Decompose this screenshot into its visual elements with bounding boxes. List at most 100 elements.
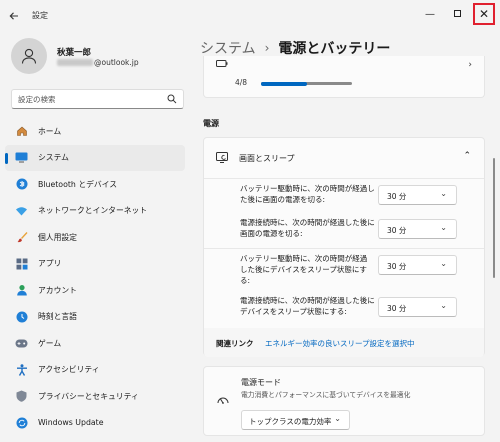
screen-off-battery-dropdown[interactable]: 30 分 ⌄ [378, 185, 457, 205]
breadcrumb: システム › 電源とバッテリー [200, 38, 390, 58]
title-bar: 設定 — ✕ [0, 0, 500, 30]
update-icon [15, 416, 28, 429]
search-input[interactable] [18, 93, 158, 105]
divider [204, 248, 484, 249]
minimize-icon: — [425, 8, 435, 20]
sidebar-item-system[interactable]: システム [5, 144, 185, 171]
sidebar-item-apps[interactable]: アプリ [5, 251, 185, 277]
back-arrow-icon [9, 12, 18, 20]
related-links-label: 関連リンク [216, 339, 254, 348]
user-email-suffix: @outlook.jp [94, 58, 139, 67]
sidebar-item-label: アクセシビリティ [38, 365, 100, 374]
dropdown-value: 30 分 [387, 192, 407, 201]
close-icon: ✕ [478, 7, 490, 21]
setting-row: バッテリー駆動時に、次の時間が経過した後に画面の電源を切る: 30 分 ⌄ [204, 180, 484, 214]
setting-label: 電源接続時に、次の時間が経過した後に画面の電源を切る: [240, 218, 375, 238]
maximize-icon [453, 9, 461, 17]
screen-off-plugged-dropdown[interactable]: 30 分 ⌄ [378, 219, 457, 239]
close-button[interactable]: ✕ [473, 3, 495, 25]
user-email: @outlook.jp [57, 58, 139, 67]
power-mode-description: 電力消費とパフォーマンスに基づいてデバイスを最適化 [241, 391, 411, 399]
email-redaction [57, 59, 93, 66]
dropdown-value: トップクラスの電力効率 [249, 417, 332, 426]
sidebar-item-personalization[interactable]: 個人用設定 [5, 224, 185, 250]
screen-sleep-icon [216, 152, 228, 163]
section-title-power: 電源 [203, 119, 219, 128]
chevron-up-icon[interactable]: ⌃ [463, 151, 471, 161]
sidebar-item-label: システム [38, 153, 69, 162]
screen-sleep-card: 画面とスリープ ⌃ バッテリー駆動時に、次の時間が経過した後に画面の電源を切る:… [203, 137, 485, 357]
divider [204, 178, 484, 179]
sidebar-item-privacy[interactable]: プライバシーとセキュリティ [5, 383, 185, 409]
time-language-icon [15, 310, 28, 323]
sleep-battery-dropdown[interactable]: 30 分 ⌄ [378, 255, 457, 275]
dropdown-value: 30 分 [387, 226, 407, 235]
screen-sleep-label: 画面とスリープ [239, 154, 295, 163]
battery-progress-fill [261, 81, 307, 86]
avatar[interactable] [11, 38, 47, 74]
sidebar-item-label: Windows Update [38, 418, 104, 427]
home-icon [15, 125, 28, 138]
breadcrumb-system[interactable]: システム [200, 38, 256, 58]
sidebar-item-label: アカウント [38, 285, 77, 295]
sidebar-item-gaming[interactable]: ゲーム [5, 330, 185, 356]
chevron-down-icon: ⌄ [334, 414, 341, 423]
sidebar-item-label: 時刻と言語 [38, 312, 77, 321]
setting-label: 電源接続時に、次の時間が経過した後にデバイスをスリープ状態にする: [240, 296, 375, 316]
power-mode-dropdown[interactable]: トップクラスの電力効率 ⌄ [241, 410, 350, 430]
app-title: 設定 [32, 11, 48, 20]
screen-sleep-header[interactable]: 画面とスリープ ⌃ [204, 138, 484, 178]
sidebar-item-label: プライバシーとセキュリティ [38, 391, 139, 401]
sidebar-item-time-language[interactable]: 時刻と言語 [5, 304, 185, 330]
dropdown-value: 30 分 [387, 304, 407, 313]
page-title: 電源とバッテリー [278, 41, 391, 57]
energy-efficient-sleep-link[interactable]: エネルギー効率の良いスリープ設定を選択中 [265, 338, 415, 349]
sleep-plugged-dropdown[interactable]: 30 分 ⌄ [378, 297, 457, 317]
setting-row: 電源接続時に、次の時間が経過した後に画面の電源を切る: 30 分 ⌄ [204, 214, 484, 248]
setting-label: バッテリー駆動時に、次の時間が経過した後にデバイスをスリープ状態にする: [240, 254, 368, 285]
battery-progress-track [261, 81, 352, 86]
dropdown-value: 30 分 [387, 262, 407, 271]
account-icon [15, 284, 28, 297]
chevron-down-icon: ⌄ [440, 301, 447, 310]
battery-icon [216, 60, 228, 67]
sidebar-item-label: ホーム [38, 126, 62, 136]
nav-list: ホーム システム Bluetooth とデバイス ネットワークとインターネット … [5, 118, 185, 436]
search-box[interactable] [11, 89, 184, 109]
sidebar-item-accounts[interactable]: アカウント [5, 277, 185, 303]
sidebar-item-windows-update[interactable]: Windows Update [5, 410, 185, 436]
chevron-down-icon: ⌄ [440, 259, 447, 268]
brush-icon [15, 231, 28, 244]
power-mode-title: 電源モード [241, 378, 281, 387]
battery-step-count: 4/8 [235, 78, 248, 87]
setting-row: 電源接続時に、次の時間が経過した後にデバイスをスリープ状態にする: 30 分 ⌄ [204, 292, 484, 326]
battery-saver-card[interactable]: 4/8 › [203, 56, 485, 98]
maximize-button[interactable] [447, 3, 467, 23]
chevron-down-icon: ⌄ [440, 189, 447, 198]
chevron-down-icon: ⌄ [440, 223, 447, 232]
power-mode-icon [217, 397, 229, 404]
back-button[interactable] [6, 8, 22, 24]
related-links: 関連リンク エネルギー効率の良いスリープ設定を選択中 [204, 328, 484, 357]
sidebar-item-label: アプリ [38, 259, 62, 268]
sidebar-item-label: ゲーム [38, 338, 62, 348]
sidebar-item-network[interactable]: ネットワークとインターネット [5, 198, 185, 224]
accessibility-icon [15, 363, 28, 376]
sidebar: 秋葉一郎 @outlook.jp ホーム システム Bluetooth とデバイ… [0, 30, 192, 442]
user-name: 秋葉一郎 [57, 48, 92, 58]
search-icon [167, 94, 177, 104]
setting-row: バッテリー駆動時に、次の時間が経過した後にデバイスをスリープ状態にする: 30 … [204, 250, 484, 285]
minimize-button[interactable]: — [420, 4, 440, 24]
user-icon [21, 48, 37, 64]
sidebar-item-home[interactable]: ホーム [5, 118, 185, 144]
power-mode-card: 電源モード 電力消費とパフォーマンスに基づいてデバイスを最適化 トップクラスの電… [203, 366, 485, 436]
sidebar-item-accessibility[interactable]: アクセシビリティ [5, 357, 185, 383]
scrollbar[interactable] [493, 158, 495, 278]
network-icon [15, 204, 28, 217]
sidebar-item-bluetooth[interactable]: Bluetooth とデバイス [5, 171, 185, 197]
chevron-right-icon: › [468, 60, 472, 70]
bluetooth-icon [15, 178, 28, 191]
system-icon [15, 151, 28, 164]
gaming-icon [15, 337, 28, 350]
setting-label: バッテリー駆動時に、次の時間が経過した後に画面の電源を切る: [240, 184, 375, 204]
